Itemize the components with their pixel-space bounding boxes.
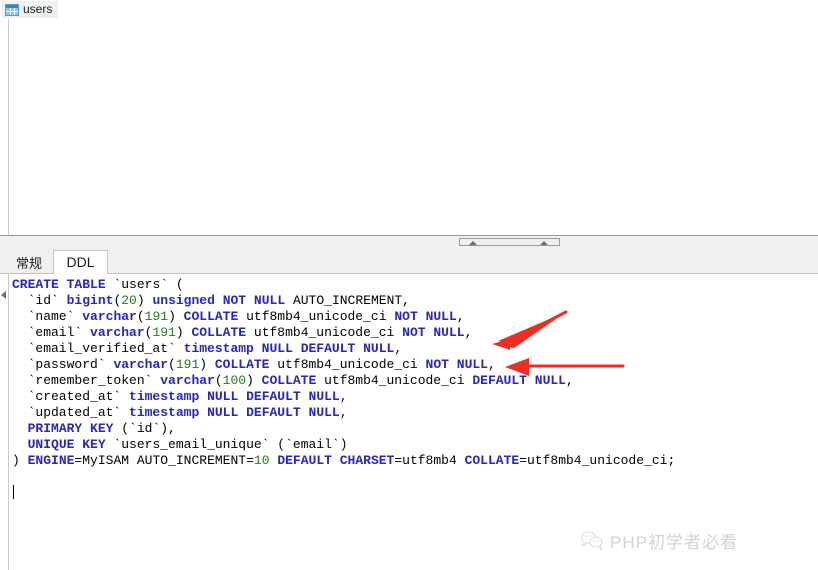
tab-general-label: 常规 xyxy=(15,255,42,271)
collapse-arrow-icon[interactable] xyxy=(1,291,6,299)
document-tab-label: users xyxy=(23,2,53,16)
wechat-icon xyxy=(581,531,604,550)
splitter-handle[interactable] xyxy=(459,238,560,246)
triangle-up-icon[interactable] xyxy=(469,241,477,245)
watermark: PHP初学者必看 xyxy=(580,527,812,553)
tab-general[interactable]: 常规 xyxy=(6,250,52,274)
triangle-up-icon[interactable] xyxy=(540,241,548,245)
upper-result-panel xyxy=(0,19,818,235)
table-grid-icon xyxy=(5,3,19,16)
detail-tabbar: 常规 DDL xyxy=(0,246,818,274)
panel-left-rail xyxy=(8,19,9,235)
text-caret xyxy=(13,485,14,499)
document-tabstrip: users xyxy=(0,0,818,19)
ddl-code-editor[interactable]: CREATE TABLE `users` ( `id` bigint(20) u… xyxy=(0,274,818,570)
watermark-text: PHP初学者必看 xyxy=(610,532,738,552)
document-tab-users[interactable]: users xyxy=(2,1,59,18)
ddl-code-text[interactable]: CREATE TABLE `users` ( `id` bigint(20) u… xyxy=(12,277,818,485)
horizontal-splitter[interactable] xyxy=(0,235,818,246)
ddl-viewer-window: users 常规 DDL CREATE TABLE `users` ( `id`… xyxy=(0,0,818,570)
tab-ddl-label: DDL xyxy=(66,254,95,270)
tab-ddl[interactable]: DDL xyxy=(53,250,108,274)
editor-gutter[interactable] xyxy=(0,274,9,570)
